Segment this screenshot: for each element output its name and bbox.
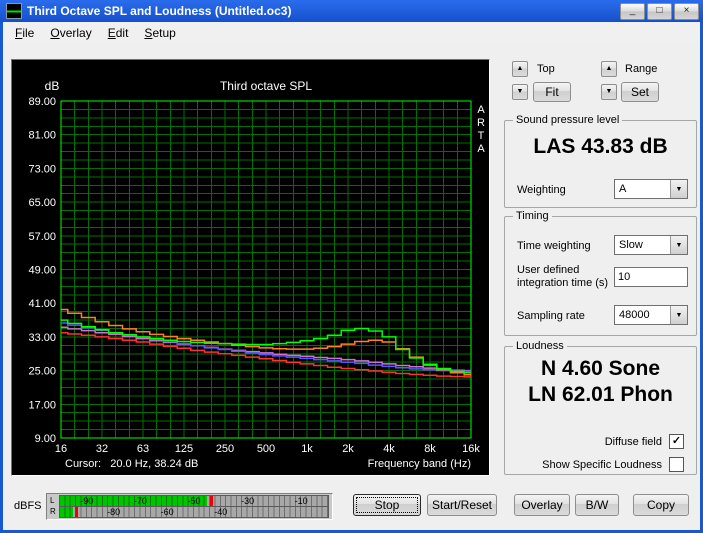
svg-text:9.00: 9.00: [35, 433, 56, 445]
svg-text:Frequency band (Hz): Frequency band (Hz): [368, 458, 471, 470]
svg-text:33.00: 33.00: [28, 332, 56, 344]
sone-value: N 4.60 Sone: [505, 357, 696, 381]
integration-time-input[interactable]: [614, 267, 688, 287]
loudness-group: Loudness N 4.60 Sone LN 62.01 Phon Diffu…: [504, 346, 697, 475]
menu-setup[interactable]: Setup: [136, 23, 183, 43]
svg-text:81.00: 81.00: [28, 130, 56, 142]
app-icon: [6, 3, 22, 19]
svg-text:32: 32: [96, 443, 108, 455]
svg-text:500: 500: [257, 443, 275, 455]
chart-panel[interactable]: 89.00 81.00 73.00 65.00 57.00 49.00 41.00 33.00…: [11, 59, 490, 476]
svg-text:R: R: [477, 117, 485, 129]
svg-text:89.00: 89.00: [28, 96, 56, 108]
meter-peak-indicator: [75, 507, 78, 517]
svg-text:17.00: 17.00: [28, 399, 56, 411]
menubar: File Overlay Edit Setup: [3, 22, 700, 44]
svg-text:125: 125: [175, 443, 193, 455]
timing-group-title: Timing: [513, 210, 552, 222]
specific-loudness-label: Show Specific Loudness: [542, 459, 662, 471]
minimize-button[interactable]: _: [620, 3, 645, 20]
specific-loudness-checkbox[interactable]: [669, 457, 684, 472]
diffuse-field-label: Diffuse field: [605, 436, 662, 448]
stop-button[interactable]: Stop: [353, 494, 421, 516]
integration-label-line2: integration time (s): [517, 277, 608, 289]
svg-text:41.00: 41.00: [28, 298, 56, 310]
meter-row-right: R -80-60-40: [50, 507, 329, 517]
channel-left-label: L: [50, 496, 59, 506]
spl-value: LAS 43.83 dB: [505, 135, 696, 159]
chevron-down-icon[interactable]: ▼: [670, 236, 687, 254]
set-button[interactable]: Set: [621, 82, 659, 102]
top-label: Top: [537, 63, 555, 75]
chevron-down-icon[interactable]: ▼: [670, 180, 687, 198]
app-window: Third Octave SPL and Loudness (Untitled.…: [0, 0, 703, 533]
copy-button[interactable]: Copy: [633, 494, 689, 516]
svg-text:57.00: 57.00: [28, 231, 56, 243]
weighting-value: A: [615, 183, 670, 195]
weighting-select[interactable]: A ▼: [614, 179, 688, 199]
overlay-button[interactable]: Overlay: [514, 494, 570, 516]
fit-button[interactable]: Fit: [533, 82, 571, 102]
phon-value: LN 62.01 Phon: [505, 383, 696, 407]
window-controls: _ □ ×: [620, 3, 699, 20]
svg-text:4k: 4k: [383, 443, 395, 455]
menu-file[interactable]: File: [7, 23, 42, 43]
svg-text:16: 16: [55, 443, 67, 455]
time-weighting-select[interactable]: Slow ▼: [614, 235, 688, 255]
chevron-down-icon[interactable]: ▼: [670, 306, 687, 324]
loudness-group-title: Loudness: [513, 340, 567, 352]
svg-text:A: A: [477, 143, 485, 155]
meter-row-left: L -90-70-50-30-10: [50, 496, 329, 506]
svg-text:250: 250: [216, 443, 234, 455]
meter-ticks: [60, 507, 328, 517]
close-button[interactable]: ×: [674, 3, 699, 20]
integration-label-line1: User defined: [517, 264, 579, 276]
top-down-button[interactable]: ▼: [512, 84, 528, 100]
svg-text:65.00: 65.00: [28, 197, 56, 209]
top-up-button[interactable]: ▲: [512, 61, 528, 77]
start-reset-button[interactable]: Start/Reset: [427, 494, 497, 516]
titlebar[interactable]: Third Octave SPL and Loudness (Untitled.…: [0, 0, 703, 22]
svg-text:dB: dB: [45, 79, 60, 93]
third-octave-chart[interactable]: 89.00 81.00 73.00 65.00 57.00 49.00 41.00 33.00…: [12, 60, 489, 475]
svg-text:8k: 8k: [424, 443, 436, 455]
range-down-button[interactable]: ▼: [601, 84, 617, 100]
diffuse-field-checkbox[interactable]: ✓: [669, 434, 684, 449]
svg-text:63: 63: [137, 443, 149, 455]
meter-peak-indicator: [210, 496, 213, 506]
svg-text:1k: 1k: [301, 443, 313, 455]
meter-bar-right: -80-60-40: [59, 506, 329, 518]
sampling-rate-label: Sampling rate: [517, 310, 585, 322]
weighting-label: Weighting: [517, 184, 566, 196]
time-weighting-value: Slow: [615, 239, 670, 251]
svg-text:73.00: 73.00: [28, 163, 56, 175]
menu-edit[interactable]: Edit: [100, 23, 137, 43]
bw-button[interactable]: B/W: [575, 494, 619, 516]
spl-group-title: Sound pressure level: [513, 114, 622, 126]
channel-right-label: R: [50, 507, 59, 517]
maximize-button[interactable]: □: [647, 3, 672, 20]
spl-group: Sound pressure level LAS 43.83 dB Weight…: [504, 120, 697, 208]
svg-text:Third octave SPL: Third octave SPL: [220, 79, 312, 93]
time-weighting-label: Time weighting: [517, 240, 591, 252]
svg-text:49.00: 49.00: [28, 265, 56, 277]
menu-overlay[interactable]: Overlay: [42, 23, 99, 43]
level-meter: L -90-70-50-30-10 R -80-60-40: [46, 493, 333, 520]
timing-group: Timing Time weighting Slow ▼ User define…: [504, 216, 697, 336]
svg-text:2k: 2k: [342, 443, 354, 455]
range-up-button[interactable]: ▲: [601, 61, 617, 77]
sampling-rate-value: 48000: [615, 309, 670, 321]
dbfs-label: dBFS: [14, 500, 42, 512]
window-title: Third Octave SPL and Loudness (Untitled.…: [27, 4, 620, 18]
svg-text:Cursor: 20.0 Hz, 38.24 dB: Cursor: 20.0 Hz, 38.24 dB: [65, 458, 198, 470]
svg-text:T: T: [478, 130, 485, 142]
svg-text:A: A: [477, 104, 485, 116]
range-label: Range: [625, 63, 657, 75]
svg-text:25.00: 25.00: [28, 366, 56, 378]
sampling-rate-select[interactable]: 48000 ▼: [614, 305, 688, 325]
svg-text:16k: 16k: [462, 443, 480, 455]
